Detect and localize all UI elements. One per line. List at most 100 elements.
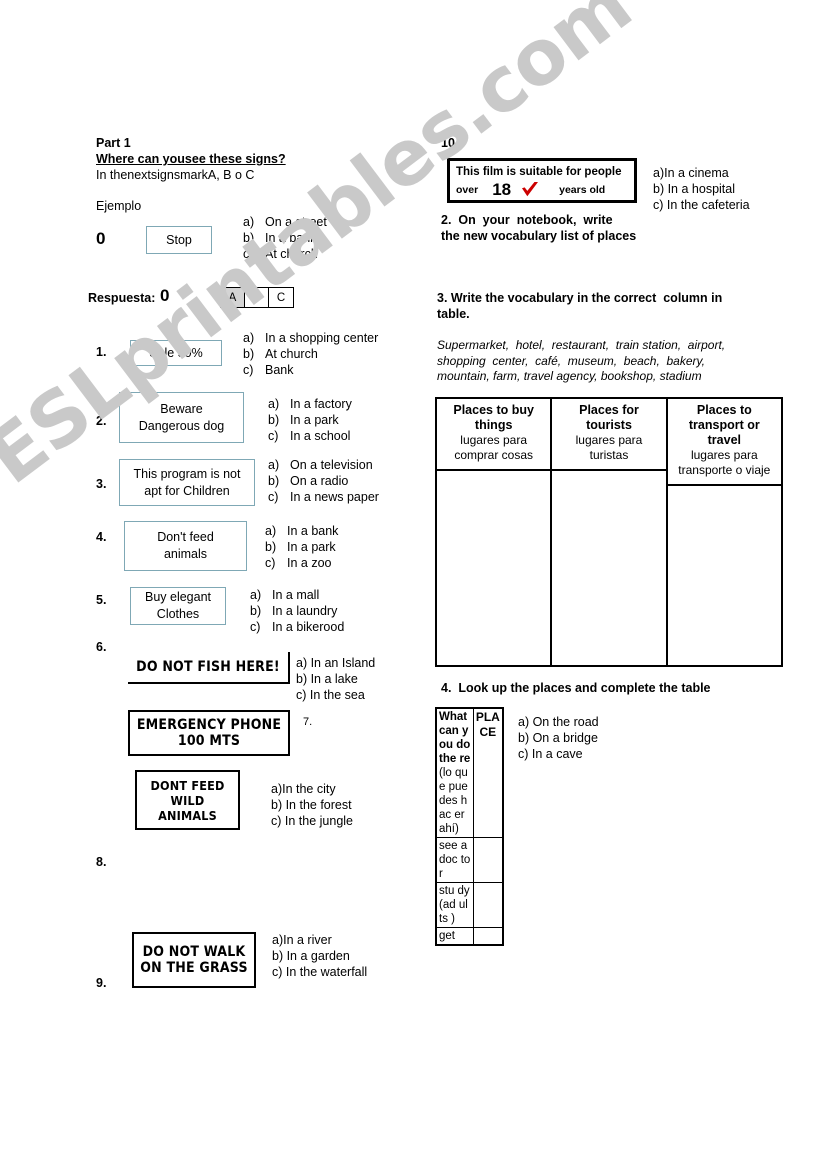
option-row[interactable]: c) In a cave: [518, 746, 599, 762]
vocab-column-body[interactable]: [552, 471, 665, 665]
question-sign-1: Sale 50%: [130, 340, 222, 366]
option-row[interactable]: a)In a cinema: [653, 165, 750, 181]
option-row[interactable]: a) On a street: [243, 214, 327, 230]
question-options-9: a)In a river b) In a garden c) In the wa…: [272, 932, 367, 980]
option-text: In a bank: [287, 524, 339, 538]
option-row[interactable]: b) On a radio: [268, 473, 379, 489]
vocab-column-body[interactable]: [437, 471, 550, 665]
option-row[interactable]: c) In the sea: [296, 687, 375, 703]
table-row: stu dy (ad ults ): [436, 882, 504, 928]
option-row[interactable]: a) On a television: [268, 457, 379, 473]
option-text: In a park: [287, 540, 336, 554]
question-number-8: 8.: [96, 855, 107, 869]
option-letter: a): [243, 215, 255, 229]
option-row[interactable]: c) Bank: [243, 362, 378, 378]
option-letter: a): [250, 588, 262, 602]
option-text: In a news paper: [290, 490, 379, 504]
sign-line: ON THE GRASS: [140, 960, 248, 976]
option-row[interactable]: a) In an Island: [296, 655, 375, 671]
sign-line: DONT FEED: [150, 777, 225, 793]
sign-line: Buy elegant: [144, 590, 212, 604]
option-letter: c): [250, 620, 261, 634]
option-row[interactable]: a) In a factory: [268, 396, 352, 412]
option-row[interactable]: b) In the forest: [271, 797, 353, 813]
question-sign-9: DO NOT WALK ON THE GRASS: [132, 932, 256, 988]
option-text: Bank: [265, 363, 294, 377]
question-number-9: 9.: [96, 976, 107, 990]
example-options: a) On a street b) In a bank c) At church: [243, 214, 327, 262]
option-row[interactable]: a)In a river: [272, 932, 367, 948]
sign-line: apt for Children: [144, 483, 230, 498]
option-row[interactable]: b) In a garden: [272, 948, 367, 964]
sign-line: Beware: [160, 401, 203, 416]
option-row[interactable]: c) In the cafeteria: [653, 197, 750, 213]
question-sign-4: Don't feed animals: [124, 521, 247, 571]
option-text: On a television: [290, 458, 373, 472]
example-number: 0: [96, 229, 106, 248]
option-row[interactable]: b) At church: [243, 346, 378, 362]
question-number-2: 2.: [96, 414, 107, 428]
answer-choice-c[interactable]: C: [269, 288, 293, 307]
places-header-activity-es: (lo que pue des hac er ahí): [439, 767, 468, 835]
option-row[interactable]: c) In a news paper: [268, 489, 379, 505]
sign-line: Don't feed: [157, 530, 214, 544]
places-header-place: PLACE: [472, 708, 504, 838]
places-place-cell[interactable]: [472, 927, 504, 945]
option-row[interactable]: a)In the city: [271, 781, 353, 797]
table-row: see a doc tor: [436, 837, 504, 883]
option-row[interactable]: c) In the jungle: [271, 813, 353, 829]
vocab-column-header: Places to buy things lugares para compra…: [437, 399, 551, 471]
option-row[interactable]: c) At church: [243, 246, 327, 262]
option-row[interactable]: a) In a shopping center: [243, 330, 378, 346]
option-row[interactable]: b) In a bank: [243, 230, 327, 246]
option-letter: c): [265, 556, 276, 570]
table-row: What can you do the re (lo que pue des h…: [436, 708, 504, 838]
option-row[interactable]: b) In a lake: [296, 671, 375, 687]
vocab-column-body[interactable]: [668, 486, 781, 665]
option-row[interactable]: b) In a park: [268, 412, 352, 428]
places-table: What can you do the re (lo que pue des h…: [435, 707, 504, 946]
option-row[interactable]: a) In a mall: [250, 587, 344, 603]
task-3-instruction: 3. Write the vocabulary in the correct c…: [437, 291, 723, 321]
answer-choice-a[interactable]: A: [221, 288, 245, 307]
answer-choice-b[interactable]: B: [245, 288, 269, 307]
task-3-word-bank: Supermarket, hotel, restaurant, train st…: [437, 338, 726, 383]
option-text: On a radio: [290, 474, 349, 488]
task-4-instruction: 4. Look up the places and complete the t…: [441, 681, 711, 695]
sign-line: animals: [163, 547, 208, 561]
sign-line: Dangerous dog: [138, 418, 225, 433]
question-sign-5: Buy elegant Clothes: [130, 587, 226, 625]
places-header-activity: What can you do the re (lo que pue des h…: [436, 708, 474, 838]
option-text: In a mall: [272, 588, 320, 602]
option-row[interactable]: b) In a laundry: [250, 603, 344, 619]
option-row[interactable]: b) On a bridge: [518, 730, 599, 746]
option-row[interactable]: b) In a hospital: [653, 181, 750, 197]
option-row[interactable]: c) In a school: [268, 428, 352, 444]
option-text: In a factory: [290, 397, 352, 411]
places-place-cell[interactable]: [472, 837, 504, 883]
option-row[interactable]: c) In the waterfall: [272, 964, 367, 980]
table-row: get: [436, 927, 504, 945]
vocab-header-en: Places to buy things: [453, 403, 534, 432]
option-letter: b): [243, 347, 255, 361]
task-2-instruction: 2. On your notebook, write the new vocab…: [441, 213, 637, 243]
sign-line: Sale 50%: [149, 345, 203, 360]
answer-choice-strip[interactable]: A B C: [220, 287, 294, 308]
question-number-4: 4.: [96, 530, 107, 544]
option-row[interactable]: a) In a bank: [265, 523, 338, 539]
places-place-cell[interactable]: [472, 882, 504, 928]
option-row[interactable]: c) In a bikerood: [250, 619, 344, 635]
option-letter: c): [243, 247, 254, 261]
question-sign-7: EMERGENCY PHONE 100 MTS: [128, 710, 290, 756]
option-row[interactable]: c) In a zoo: [265, 555, 338, 571]
vocab-header-en: Places to transport or travel: [688, 403, 760, 447]
sign-line: DO NOT FISH HERE!: [136, 659, 280, 675]
example-sign-text: Stop: [166, 232, 192, 247]
question-number-7: 7.: [303, 716, 313, 728]
vocab-column-header: Places for tourists lugares para turista…: [552, 399, 666, 471]
example-sign-stop: Stop: [146, 226, 212, 254]
option-row[interactable]: b) In a park: [265, 539, 338, 555]
option-row[interactable]: a) On the road: [518, 714, 599, 730]
question-options-10: a)In a cinema b) In a hospital c) In the…: [653, 165, 750, 213]
section-instruction: Where can yousee these signs?: [96, 152, 286, 166]
